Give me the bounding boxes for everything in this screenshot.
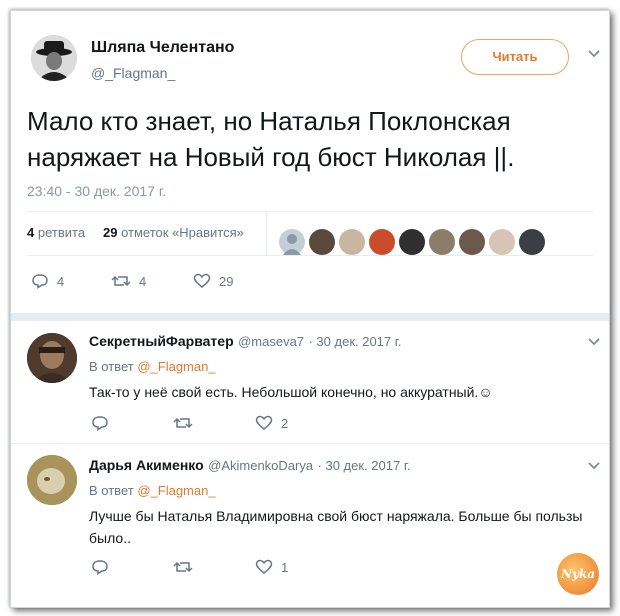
follow-button[interactable]: Читать [461,39,569,75]
tweet-card: Шляпа Челентано @_Flagman_ Читать Мало к… [10,10,610,608]
author-name[interactable]: Шляпа Челентано [91,39,234,57]
reply-author-name[interactable]: Дарья Акименко [89,457,204,473]
chevron-down-icon[interactable] [587,49,601,59]
likes-stat[interactable]: 29 отметок «Нравится» [103,225,244,240]
in-reply-to: В ответ @_Flagman_ [89,359,216,374]
reply-text: Так-то у неё свой есть. Небольшой конечн… [89,384,493,400]
reply-author-name[interactable]: СекретныйФарватер [89,333,234,349]
retweets-count: 4 [27,225,35,240]
reply-reply-action[interactable] [91,415,109,431]
liker-avatar[interactable] [339,229,365,255]
reply-reply-action[interactable] [91,559,109,575]
retweet-icon [173,559,193,575]
reply-icon [31,273,49,289]
reply-retweet-action[interactable] [173,559,193,575]
in-reply-to: В ответ @_Flagman_ [89,483,216,498]
reply-text-line-1: Лучше бы Наталья Владимировна свой бюст … [89,508,583,524]
liker-avatar[interactable] [399,229,425,255]
reply-like-count: 2 [281,415,289,431]
retweets-label: ретвита [37,225,86,240]
heart-icon [193,273,211,289]
retweet-icon [173,415,193,431]
heart-icon [255,559,273,575]
stats-separator [266,211,267,255]
divider [27,255,593,256]
retweet-icon [111,273,131,289]
divider [27,211,593,212]
author-handle[interactable]: @_Flagman_ [91,65,175,81]
reply-header: Дарья Акименко @AkimenkoDarya · 30 дек. … [89,457,411,475]
reply-author-handle[interactable]: @AkimenkoDarya [208,458,313,473]
like-action[interactable]: 29 [193,273,233,289]
reply-like-action[interactable]: 2 [255,415,288,431]
reply-author-avatar[interactable] [27,333,77,383]
in-reply-link[interactable]: @_Flagman_ [137,483,215,498]
tweet-text-line-1: Мало кто знает, но Наталья Поклонская [27,106,511,136]
in-reply-prefix: В ответ [89,483,134,498]
liker-avatar[interactable] [519,229,545,255]
reply-author-avatar[interactable] [27,455,77,505]
reply-text-line-2: было.. [89,530,131,546]
likes-label: отметок «Нравится» [121,225,244,240]
retweets-stat[interactable]: 4 ретвита [27,225,85,240]
tweet-timestamp[interactable]: 23:40 - 30 дек. 2017 г. [27,183,166,199]
liker-avatar[interactable] [489,229,515,255]
chevron-down-icon[interactable] [587,337,601,347]
reply-icon [91,415,109,431]
reply-count: 4 [57,273,65,289]
like-count: 29 [219,273,234,289]
reply-date[interactable]: · 30 дек. 2017 г. [308,334,401,349]
divider [11,313,609,321]
reply-retweet-action[interactable] [173,415,193,431]
liker-avatar[interactable] [459,229,485,255]
liker-avatar[interactable] [369,229,395,255]
liker-avatar[interactable] [309,229,335,255]
reply-like-action[interactable]: 1 [255,559,288,575]
reply-action[interactable]: 4 [31,273,64,289]
tweet-text-line-2: наряжает на Новый год бюст Николая ||. [27,142,515,172]
author-avatar[interactable] [31,35,77,81]
likes-count: 29 [103,225,118,240]
reply-like-count: 1 [281,559,289,575]
reply-date[interactable]: · 30 дек. 2017 г. [318,458,411,473]
reply-icon [91,559,109,575]
chevron-down-icon[interactable] [587,461,601,471]
liker-avatar[interactable] [429,229,455,255]
reply-author-handle[interactable]: @maseva7 [238,334,304,349]
retweet-count: 4 [139,273,147,289]
retweet-action[interactable]: 4 [111,273,146,289]
in-reply-link[interactable]: @_Flagman_ [137,359,215,374]
heart-icon [255,415,273,431]
watermark-logo: Nyka [557,553,599,595]
in-reply-prefix: В ответ [89,359,134,374]
liker-avatar[interactable] [279,229,305,255]
watermark-text: Nyka [560,567,596,581]
divider [11,443,609,444]
reply-header: СекретныйФарватер @maseva7 · 30 дек. 201… [89,333,402,351]
